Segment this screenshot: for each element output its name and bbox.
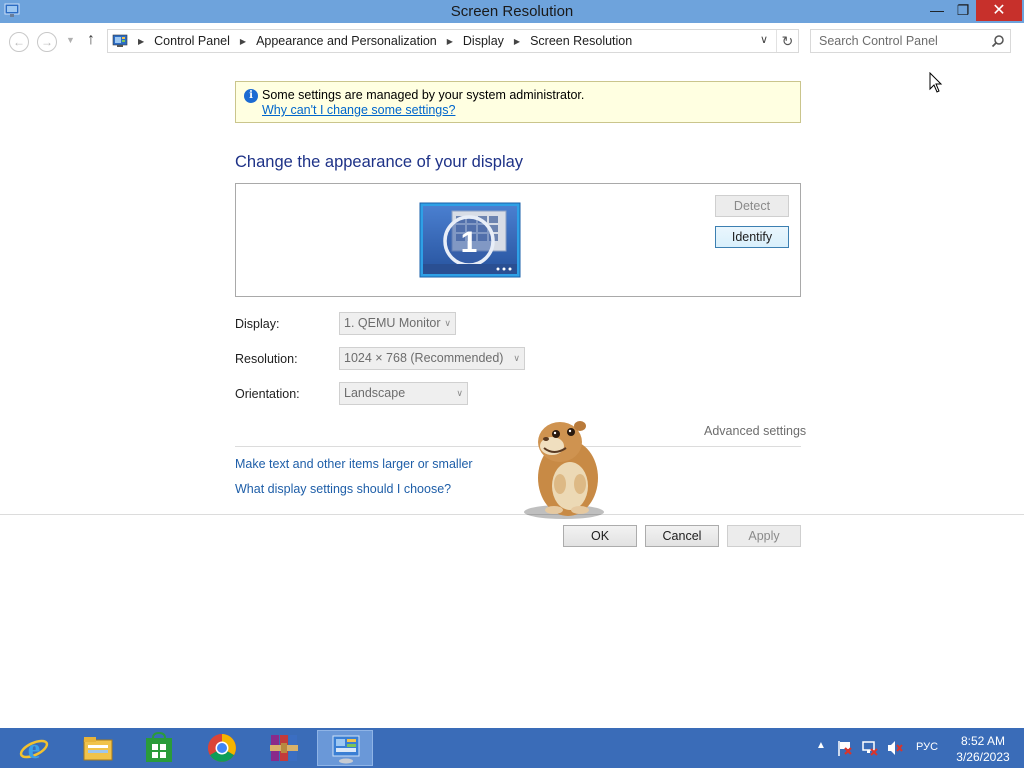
monitor-1-icon[interactable]: 1 xyxy=(419,202,521,278)
control-panel-icon xyxy=(332,735,360,764)
up-arrow-icon[interactable]: ↑ xyxy=(87,31,95,49)
chrome-icon xyxy=(208,734,236,762)
chevron-down-icon: ∨ xyxy=(513,353,520,363)
why-cant-change-link[interactable]: Why can't I change some settings? xyxy=(262,103,455,117)
search-box[interactable] xyxy=(810,29,1011,53)
display-settings-help-link[interactable]: What display settings should I choose? xyxy=(235,482,451,496)
orientation-select-value: Landscape xyxy=(344,386,406,400)
resolution-label: Resolution: xyxy=(235,352,298,366)
windows-store-icon xyxy=(146,732,172,762)
clock[interactable]: 8:52 AM 3/26/2023 xyxy=(948,733,1018,765)
volume-muted-icon[interactable] xyxy=(886,739,904,757)
resolution-select[interactable]: 1024 × 768 (Recommended) ∨ xyxy=(339,347,525,370)
refresh-icon[interactable]: ↻ xyxy=(776,30,798,52)
identify-button[interactable]: Identify xyxy=(715,226,789,248)
cancel-button[interactable]: Cancel xyxy=(645,525,719,547)
monitor-arrangement-panel: 1 Detect Identify xyxy=(235,183,801,297)
taskbar-windows-store[interactable] xyxy=(131,730,187,766)
clock-time: 8:52 AM xyxy=(960,734,1006,748)
mouse-cursor-icon xyxy=(929,72,943,93)
taskbar-file-explorer[interactable] xyxy=(70,730,126,766)
breadcrumb-separator-icon[interactable]: ▶ xyxy=(447,37,453,46)
breadcrumb-separator-icon[interactable]: ▶ xyxy=(514,37,520,46)
chevron-down-icon: ∨ xyxy=(444,318,451,328)
back-button[interactable]: ← xyxy=(9,32,29,52)
internet-explorer-icon: e xyxy=(19,734,49,764)
orientation-select[interactable]: Landscape ∨ xyxy=(339,382,468,405)
display-select[interactable]: 1. QEMU Monitor ∨ xyxy=(339,312,456,335)
ok-button[interactable]: OK xyxy=(563,525,637,547)
breadcrumb-appearance[interactable]: Appearance and Personalization xyxy=(256,34,437,48)
close-button[interactable]: ✕ xyxy=(976,0,1022,21)
breadcrumb-separator-icon[interactable]: ▶ xyxy=(240,37,246,46)
taskbar-control-panel[interactable] xyxy=(317,730,373,766)
monitor-number: 1 xyxy=(461,226,478,259)
breadcrumb-screen-resolution[interactable]: Screen Resolution xyxy=(530,34,632,48)
input-language-indicator[interactable]: РУС xyxy=(916,741,938,753)
orientation-label: Orientation: xyxy=(235,387,300,401)
clock-date: 3/26/2023 xyxy=(956,750,1010,764)
info-icon: i xyxy=(244,89,258,103)
advanced-settings-link[interactable]: Advanced settings xyxy=(704,424,806,438)
page-title: Change the appearance of your display xyxy=(235,153,524,171)
network-icon[interactable] xyxy=(861,739,879,757)
apply-button[interactable]: Apply xyxy=(727,525,801,547)
winrar-icon xyxy=(270,735,298,761)
chevron-down-icon: ∨ xyxy=(456,388,463,398)
forward-button[interactable]: → xyxy=(37,32,57,52)
info-message: Some settings are managed by your system… xyxy=(262,88,585,102)
navigation-bar: ← → ▼ ↑ ▶ Control Panel ▶ Appearance and… xyxy=(0,23,1024,59)
address-bar[interactable]: ▶ Control Panel ▶ Appearance and Persona… xyxy=(107,29,799,53)
recent-locations-chevron-icon[interactable]: ▼ xyxy=(66,35,75,45)
search-icon[interactable] xyxy=(991,34,1005,48)
title-bar: Screen Resolution — ❐ ✕ xyxy=(0,0,1024,23)
breadcrumb: ▶ Control Panel ▶ Appearance and Persona… xyxy=(134,34,632,48)
dialog-divider xyxy=(0,514,1024,515)
resolution-select-value: 1024 × 768 (Recommended) xyxy=(344,351,504,365)
text-size-link[interactable]: Make text and other items larger or smal… xyxy=(235,457,473,471)
breadcrumb-display[interactable]: Display xyxy=(463,34,504,48)
breadcrumb-control-panel[interactable]: Control Panel xyxy=(154,34,230,48)
hamster-mascot-icon[interactable] xyxy=(518,412,610,520)
svg-text:e: e xyxy=(28,734,40,764)
search-input[interactable] xyxy=(811,30,986,52)
breadcrumb-separator-icon[interactable]: ▶ xyxy=(138,37,144,46)
restore-button[interactable]: ❐ xyxy=(950,0,976,21)
taskbar-winrar[interactable] xyxy=(256,730,312,766)
show-hidden-icons-chevron-icon[interactable]: ▲ xyxy=(816,740,826,751)
action-center-flag-icon[interactable] xyxy=(836,739,854,757)
file-explorer-icon xyxy=(83,737,113,761)
window-title: Screen Resolution xyxy=(450,3,574,20)
admin-info-bar: i Some settings are managed by your syst… xyxy=(235,81,801,123)
address-dropdown-chevron-icon[interactable]: ∨ xyxy=(760,33,768,46)
taskbar-chrome[interactable] xyxy=(194,730,250,766)
taskbar-internet-explorer[interactable]: e xyxy=(6,730,62,766)
display-select-value: 1. QEMU Monitor xyxy=(344,316,441,330)
taskbar: e ▲ РУС 8:52 AM 3/26/2023 xyxy=(0,728,1024,768)
control-panel-breadcrumb-icon xyxy=(112,34,128,47)
minimize-button[interactable]: — xyxy=(924,0,950,21)
display-label: Display: xyxy=(235,317,280,331)
detect-button[interactable]: Detect xyxy=(715,195,789,217)
